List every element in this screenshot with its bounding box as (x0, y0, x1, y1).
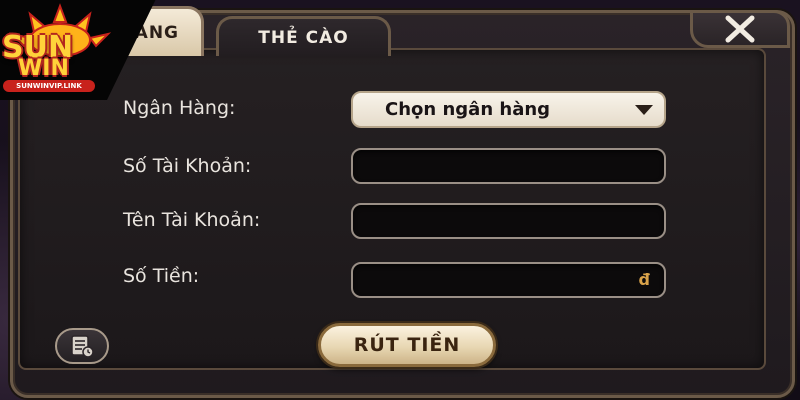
tab-card-label: THẺ CÀO (258, 27, 349, 48)
close-button[interactable] (690, 10, 790, 48)
bank-label: Ngân Hàng: (123, 97, 236, 119)
sunwin-logo: SUN WIN SUNWINVIP.LINK (0, 0, 170, 100)
history-document-icon (71, 335, 94, 358)
amount-field[interactable]: đ (351, 262, 666, 298)
amount-input[interactable] (353, 264, 664, 296)
account-name-input[interactable] (353, 205, 664, 237)
account-name-label: Tên Tài Khoản: (123, 209, 261, 231)
account-number-field[interactable] (351, 148, 666, 184)
bank-select[interactable]: Chọn ngân hàng (351, 91, 666, 128)
history-button[interactable] (55, 328, 109, 364)
logo-link-text: SUNWINVIP.LINK (3, 80, 95, 92)
account-number-input[interactable] (353, 150, 664, 182)
close-icon (725, 15, 755, 43)
account-name-field[interactable] (351, 203, 666, 239)
caret-down-icon (624, 93, 664, 126)
withdraw-button[interactable]: RÚT TIỀN (318, 323, 496, 367)
logo-text-win: WIN (18, 56, 69, 81)
amount-label: Số Tiền: (123, 265, 200, 287)
account-number-label: Số Tài Khoản: (123, 155, 252, 177)
tab-card[interactable]: THẺ CÀO (216, 16, 391, 56)
currency-symbol: đ (638, 270, 650, 289)
bank-select-value: Chọn ngân hàng (385, 99, 551, 120)
